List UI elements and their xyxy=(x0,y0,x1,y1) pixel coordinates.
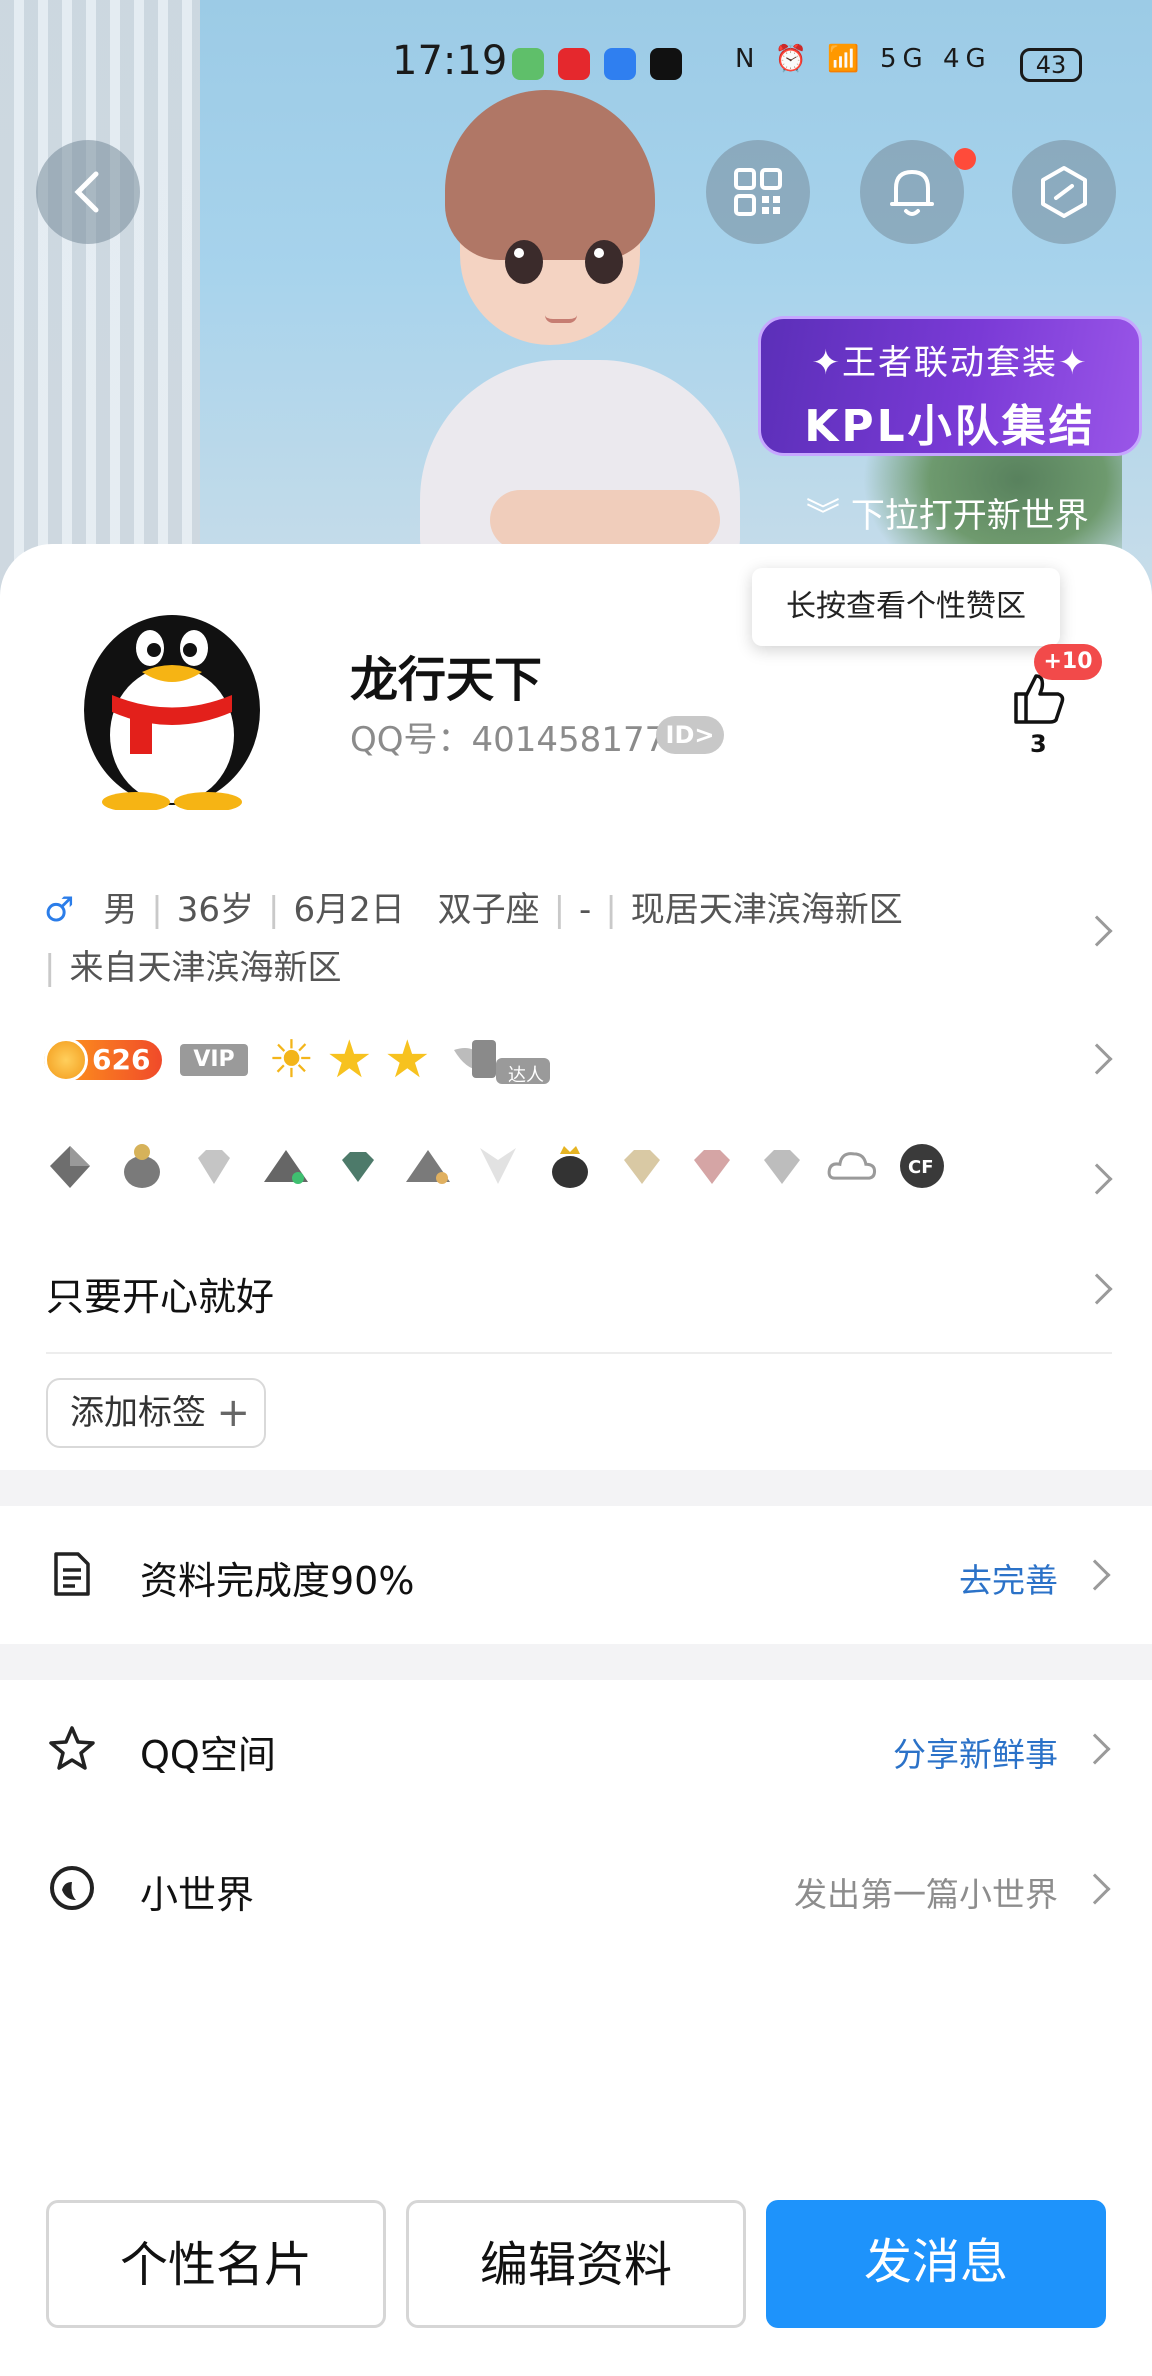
section-gap xyxy=(0,1644,1152,1680)
silver-diamond-badge-icon xyxy=(764,1150,800,1184)
add-tag-button[interactable]: 添加标签 + xyxy=(46,1378,266,1448)
profile-card xyxy=(0,544,1152,2376)
moon-circle-icon xyxy=(50,1866,94,1910)
send-message-button[interactable]: 发消息 xyxy=(766,2200,1106,2328)
back-arrow-icon xyxy=(74,171,99,213)
notification-dot xyxy=(954,148,976,170)
chevron-right-icon xyxy=(1079,1559,1111,1591)
male-icon: ♂ xyxy=(44,890,75,930)
green-diamond-badge-icon xyxy=(342,1152,374,1182)
pink-diamond-badge-icon xyxy=(694,1150,730,1184)
signature[interactable]: 只要开心就好 xyxy=(46,1266,274,1321)
star-icon: ★ xyxy=(384,1030,431,1090)
star-icon: ★ xyxy=(326,1030,373,1090)
like-count: 3 xyxy=(1030,730,1047,758)
section-gap xyxy=(0,1470,1152,1506)
qq-penguin-icon xyxy=(84,615,260,812)
kpl-promo-banner[interactable]: ✦王者联动套装✦ KPL小队集结 xyxy=(758,316,1142,456)
mountain-badge-icon xyxy=(264,1150,308,1184)
qzone-label: QQ空间 xyxy=(140,1733,276,1777)
like-tooltip: 长按查看个性赞区 xyxy=(752,568,1060,646)
avatar-eye xyxy=(585,240,623,284)
coin-icon xyxy=(44,1038,88,1082)
id-badge[interactable]: ID> xyxy=(656,716,724,754)
tuxedo-badge-icon xyxy=(480,1148,516,1184)
like-plus-badge: +10 xyxy=(1034,644,1102,680)
complete-profile-link[interactable]: 去完善 xyxy=(959,1554,1058,1602)
age: 36岁 xyxy=(176,890,255,930)
cloud-badge-icon xyxy=(827,1152,877,1180)
promo-subtitle: KPL小队集结 xyxy=(804,401,1096,452)
vip-badge[interactable]: VIP xyxy=(180,1044,248,1076)
back-button[interactable] xyxy=(36,140,140,244)
avatar-hair xyxy=(445,90,655,260)
notification-button[interactable] xyxy=(860,140,964,244)
pull-down-hint: ︾ 下拉打开新世界 xyxy=(806,488,1089,537)
daren-label: 达人 xyxy=(508,1065,544,1086)
hero-banner[interactable]: 17:19 N ⏰ 📶 5G 4G 43 ✦王者联动套装✦ KPL小队集结 ︾ … xyxy=(0,0,1152,600)
3d-avatar[interactable] xyxy=(420,90,750,560)
sun-icon: ☀ xyxy=(268,1030,315,1090)
promo-title: ✦王者联动套装✦ xyxy=(811,343,1089,383)
add-tag-label: 添加标签 xyxy=(70,1393,206,1433)
bell-icon xyxy=(890,170,934,216)
diamond-badge-icon xyxy=(198,1150,230,1184)
document-icon xyxy=(54,1552,90,1596)
signal-icon: 5G 4G xyxy=(880,44,992,74)
star-outline-icon xyxy=(49,1726,95,1770)
penguin-hat-badge-icon xyxy=(124,1144,160,1188)
qzone-row[interactable]: QQ空间 分享新鲜事 xyxy=(0,1694,1152,1804)
settings-button[interactable] xyxy=(1012,140,1116,244)
app-notification-icon xyxy=(512,48,544,80)
qr-code-button[interactable] xyxy=(706,140,810,244)
wifi-icon: 📶 xyxy=(827,44,866,74)
hometown: 来自天津滨海新区 xyxy=(69,948,342,988)
gender: 男 xyxy=(103,890,138,930)
completion-label: 资料完成度90% xyxy=(140,1559,415,1603)
avatar-arms xyxy=(490,490,720,550)
first-post-link[interactable]: 发出第一篇小世界 xyxy=(794,1868,1058,1916)
profile-card-button[interactable]: 个性名片 xyxy=(46,2200,386,2328)
mountain-badge-icon xyxy=(406,1150,450,1184)
system-status-icons: N ⏰ 📶 5G 4G xyxy=(735,44,992,74)
gray-diamond-badge-icon xyxy=(50,1146,90,1188)
app-notification-icon xyxy=(604,48,636,80)
small-world-label: 小世界 xyxy=(140,1873,255,1917)
birthday: 6月2日 xyxy=(293,890,405,930)
avatar-eye xyxy=(505,240,543,284)
basic-info-row[interactable]: ♂ 男 | 36岁 | 6月2日 双子座 | - | 现居天津滨海新区 xyxy=(44,882,903,931)
edit-profile-button[interactable]: 编辑资料 xyxy=(406,2200,746,2328)
hometown-row: | 来自天津滨海新区 xyxy=(44,948,342,988)
current-location: 现居天津滨海新区 xyxy=(630,890,903,930)
plus-icon: + xyxy=(216,1390,250,1436)
qr-code-icon xyxy=(734,168,782,216)
gold-diamond-badge-icon xyxy=(624,1150,660,1184)
nfc-icon: N xyxy=(735,44,761,74)
small-world-row[interactable]: 小世界 发出第一篇小世界 xyxy=(0,1834,1152,1944)
tiktok-icon xyxy=(650,48,682,80)
hexagon-settings-icon xyxy=(1041,166,1087,218)
avatar-mouth xyxy=(545,315,577,323)
divider xyxy=(46,1352,1112,1354)
pull-hint-text: 下拉打开新世界 xyxy=(850,496,1089,536)
blood-type: - xyxy=(579,890,592,930)
qq-number[interactable]: QQ号：401458177 xyxy=(350,712,666,761)
daren-badge[interactable]: 达人 xyxy=(450,1036,554,1086)
profile-completion-row[interactable]: 资料完成度90% 去完善 xyxy=(0,1520,1152,1630)
crowned-penguin-badge-icon xyxy=(552,1146,588,1188)
profile-avatar[interactable] xyxy=(72,580,272,812)
alarm-icon: ⏰ xyxy=(774,44,814,74)
share-news-link[interactable]: 分享新鲜事 xyxy=(893,1728,1058,1776)
status-time: 17:19 xyxy=(392,38,508,84)
status-bar: 17:19 N ⏰ 📶 5G 4G 43 xyxy=(0,0,1152,100)
chevron-right-icon xyxy=(1079,1873,1111,1905)
app-notification-icon xyxy=(558,48,590,80)
chevron-right-icon xyxy=(1079,1733,1111,1765)
double-chevron-down-icon: ︾ xyxy=(806,496,840,536)
battery-indicator: 43 xyxy=(1020,48,1082,82)
svg-text:CF: CF xyxy=(908,1157,934,1178)
zodiac: 双子座 xyxy=(437,890,540,930)
cf-game-badge-icon: CF xyxy=(900,1144,944,1188)
nickname: 龙行天下 xyxy=(350,652,543,708)
